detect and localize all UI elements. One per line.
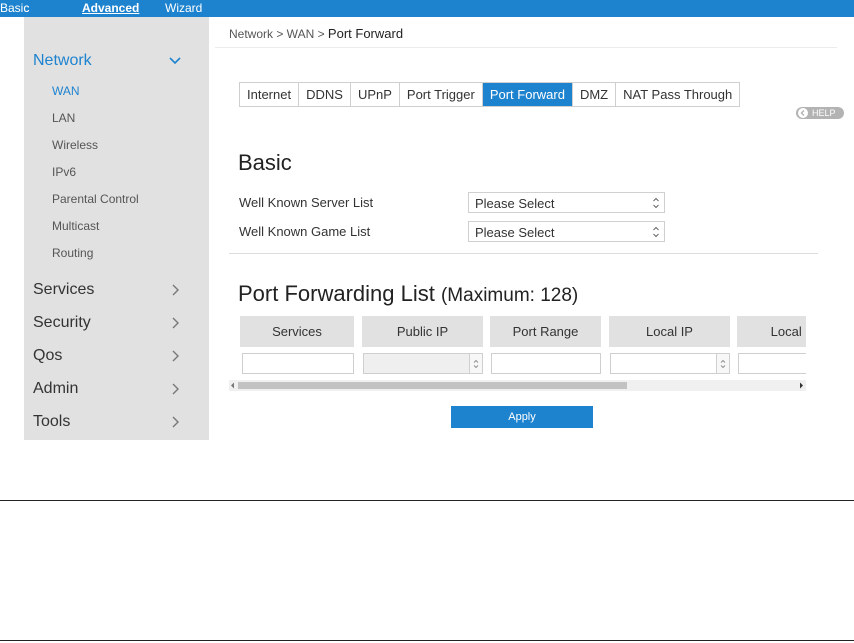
page-rule-top bbox=[0, 500, 854, 501]
tab-upnp[interactable]: UPnP bbox=[351, 83, 400, 106]
top-nav-basic-label[interactable]: Basic bbox=[0, 1, 29, 15]
tab-port-trigger[interactable]: Port Trigger bbox=[400, 83, 483, 106]
chevron-right-icon[interactable] bbox=[168, 316, 184, 332]
well-known-game-label: Well Known Game List bbox=[239, 224, 371, 239]
tab-dmz[interactable]: DMZ bbox=[573, 83, 617, 106]
scroll-left-arrow-icon[interactable] bbox=[230, 382, 235, 389]
sidebar-item-admin[interactable]: Admin bbox=[33, 380, 78, 398]
page-rule-bottom bbox=[0, 640, 854, 641]
select-arrows-icon bbox=[716, 353, 730, 374]
breadcrumb-divider bbox=[215, 47, 837, 48]
column-header-public-ip: Public IP bbox=[362, 316, 483, 347]
tab-internet[interactable]: Internet bbox=[240, 83, 300, 106]
column-header-port-range: Port Range bbox=[490, 316, 601, 347]
port-forwarding-list-maximum: (Maximum: 128) bbox=[440, 285, 579, 306]
sidebar-item-lan[interactable]: LAN bbox=[52, 111, 75, 125]
tab-nat-pass-through[interactable]: NAT Pass Through bbox=[616, 83, 739, 106]
scrollbar-thumb[interactable] bbox=[238, 382, 627, 389]
breadcrumb: Network > WAN > Port Forward bbox=[229, 26, 403, 41]
top-nav-advanced[interactable]: Advanced bbox=[82, 1, 139, 15]
port-forwarding-table: Services Public IP Port Range Local IP L… bbox=[229, 316, 806, 378]
help-button[interactable]: HELP bbox=[796, 107, 844, 119]
chevron-right-icon[interactable] bbox=[168, 283, 184, 299]
local-ip-select[interactable] bbox=[610, 353, 730, 374]
chevron-down-icon[interactable] bbox=[168, 54, 184, 70]
sidebar-item-parental-control[interactable]: Parental Control bbox=[52, 192, 139, 206]
public-ip-select bbox=[363, 353, 483, 374]
port-range-input[interactable] bbox=[491, 353, 601, 374]
breadcrumb-current: Port Forward bbox=[327, 26, 404, 41]
well-known-game-value: Please Select bbox=[475, 225, 555, 240]
select-arrows-icon bbox=[653, 226, 659, 238]
tab-ddns[interactable]: DDNS bbox=[299, 83, 351, 106]
sidebar-item-network[interactable]: Network bbox=[33, 52, 92, 70]
well-known-game-select[interactable]: Please Select bbox=[468, 221, 665, 242]
help-label: HELP bbox=[812, 108, 836, 118]
column-header-services: Services bbox=[240, 316, 354, 347]
port-forwarding-list-title: Port Forwarding List bbox=[238, 281, 435, 306]
sidebar-item-wireless[interactable]: Wireless bbox=[52, 138, 98, 152]
chevron-right-icon[interactable] bbox=[168, 382, 184, 398]
basic-heading: Basic bbox=[238, 150, 292, 175]
sidebar-item-security[interactable]: Security bbox=[33, 314, 91, 332]
table-horizontal-scrollbar[interactable] bbox=[229, 380, 806, 391]
sidebar-item-wan[interactable]: WAN bbox=[52, 84, 80, 98]
tab-port-forward[interactable]: Port Forward bbox=[482, 83, 573, 106]
top-nav-wizard[interactable]: Wizard bbox=[165, 1, 202, 15]
apply-button[interactable]: Apply bbox=[451, 406, 593, 428]
breadcrumb-path[interactable]: Network > WAN > bbox=[229, 27, 328, 41]
sidebar-item-ipv6[interactable]: IPv6 bbox=[52, 165, 76, 179]
well-known-server-value: Please Select bbox=[475, 196, 555, 211]
column-header-local-port: Local F bbox=[737, 316, 806, 347]
services-input[interactable] bbox=[242, 353, 354, 374]
local-port-input[interactable] bbox=[738, 353, 806, 374]
scroll-right-arrow-icon[interactable] bbox=[799, 382, 804, 389]
select-arrows-icon bbox=[469, 353, 483, 374]
top-nav-bar-left: Basic bbox=[0, 0, 29, 17]
sidebar-item-services[interactable]: Services bbox=[33, 281, 94, 299]
chevron-right-icon[interactable] bbox=[168, 349, 184, 365]
sidebar: Network WAN LAN Wireless IPv6 Parental C… bbox=[24, 17, 209, 440]
tab-bar: Internet DDNS UPnP Port Trigger Port For… bbox=[239, 82, 741, 107]
sidebar-item-qos[interactable]: Qos bbox=[33, 347, 62, 365]
top-nav-bar: Basic Advanced Wizard bbox=[0, 0, 854, 17]
sidebar-item-multicast[interactable]: Multicast bbox=[52, 219, 99, 233]
port-forwarding-list-heading: Port Forwarding List (Maximum: 128) bbox=[238, 281, 578, 307]
chevron-left-icon bbox=[798, 108, 808, 118]
sidebar-item-tools[interactable]: Tools bbox=[33, 413, 70, 431]
sidebar-item-routing[interactable]: Routing bbox=[52, 246, 93, 260]
column-header-local-ip: Local IP bbox=[609, 316, 730, 347]
section-divider bbox=[229, 253, 818, 254]
well-known-server-label: Well Known Server List bbox=[239, 195, 374, 210]
well-known-server-select[interactable]: Please Select bbox=[468, 192, 665, 213]
select-arrows-icon bbox=[653, 197, 659, 209]
chevron-right-icon[interactable] bbox=[168, 415, 184, 431]
